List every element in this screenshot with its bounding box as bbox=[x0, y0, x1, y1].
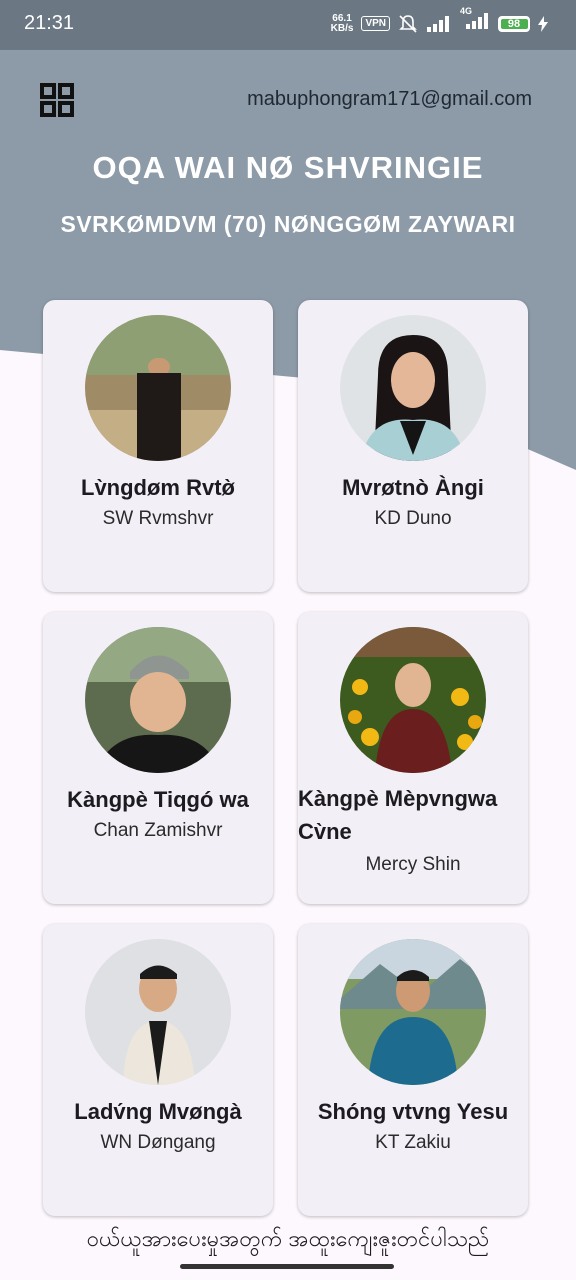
vpn-icon: VPN bbox=[361, 16, 390, 31]
member-role: KT Zakiu bbox=[375, 1132, 451, 1153]
member-card[interactable]: Kàngpè Mèpvngwa Cv̀ne Mercy Shin bbox=[298, 612, 528, 904]
member-avatar bbox=[85, 939, 231, 1085]
person-photo-icon bbox=[340, 939, 486, 1085]
member-role: WN Døngang bbox=[100, 1132, 216, 1153]
member-card[interactable]: Shóng vtvng Yesu KT Zakiu bbox=[298, 924, 528, 1216]
member-avatar bbox=[340, 627, 486, 773]
bell-off-icon bbox=[399, 14, 417, 33]
member-name: Ladv́ng Mvøngà bbox=[74, 1099, 242, 1124]
person-photo-icon bbox=[85, 627, 231, 773]
person-photo-icon bbox=[85, 939, 231, 1085]
network-4g: 4G bbox=[460, 6, 490, 35]
status-icons: 66.1 KB/s VPN 4G 98 bbox=[330, 6, 548, 35]
page-subtitle: SVRKØMDVM (70) NØNGGØM ZAYWARI bbox=[60, 211, 516, 237]
member-role: Chan Zamishvr bbox=[93, 820, 223, 841]
member-avatar bbox=[340, 939, 486, 1085]
gesture-nav-bar[interactable] bbox=[180, 1264, 394, 1269]
member-avatar bbox=[85, 315, 231, 461]
member-name: Shóng vtvng Yesu bbox=[317, 1099, 509, 1124]
member-role: KD Duno bbox=[374, 508, 452, 529]
member-name: Kàngpè Mèpvngwa Cv̀ne bbox=[298, 786, 498, 844]
person-photo-icon bbox=[340, 315, 486, 461]
status-time: 21:31 bbox=[24, 12, 75, 34]
member-card[interactable]: Kàngpè Tiqgó wa Chan Zamishvr bbox=[43, 612, 273, 904]
member-avatar bbox=[340, 315, 486, 461]
member-card[interactable]: Lv̀ngdøm Rvtø̀ SW Rvmshvr bbox=[43, 300, 273, 592]
person-photo-icon bbox=[85, 315, 231, 461]
battery-icon: 98 bbox=[498, 15, 530, 32]
member-name: Mvrøtnò Àngi bbox=[342, 475, 484, 500]
member-name: Lv̀ngdøm Rvtø̀ bbox=[81, 475, 235, 500]
member-role: SW Rvmshvr bbox=[102, 508, 214, 529]
user-email: mabuphongram171@gmail.com bbox=[247, 88, 532, 110]
member-role: Mercy Shin bbox=[365, 854, 461, 875]
member-card[interactable]: Mvrøtnò Àngi KD Duno bbox=[298, 300, 528, 592]
status-bar: 21:31 66.1 KB/s VPN 4G 98 bbox=[0, 0, 576, 50]
charging-icon bbox=[538, 15, 548, 32]
page-title: OQA WAI NØ SHVRINGIE bbox=[92, 150, 484, 185]
member-name: Kàngpè Tiqgó wa bbox=[67, 787, 249, 812]
footer-thanks: ဝယ်ယူအားပေးမှုအတွက် အထူးကျေးဇူးတင်ပါသည် bbox=[86, 1226, 490, 1251]
signal-icon bbox=[427, 15, 449, 32]
person-photo-icon bbox=[340, 627, 486, 773]
member-card[interactable]: Ladv́ng Mvøngà WN Døngang bbox=[43, 924, 273, 1216]
net-speed: 66.1 KB/s bbox=[330, 12, 354, 34]
grid-menu-icon[interactable] bbox=[40, 83, 74, 117]
member-avatar bbox=[85, 627, 231, 773]
